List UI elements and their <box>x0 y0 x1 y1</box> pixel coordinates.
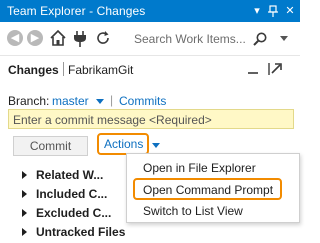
forward-arrow-icon: ▶ <box>30 32 40 44</box>
home-button[interactable] <box>49 28 67 48</box>
menu-item-switch-to-list-view[interactable]: Switch to List View <box>127 201 299 221</box>
toolbar: ◀ ▶ Search Work Items... <box>0 22 300 56</box>
commit-message-field[interactable]: Enter a commit message <Required> <box>8 109 294 129</box>
undock-button[interactable] <box>267 61 283 77</box>
window-title: Team Explorer - Changes <box>7 4 146 18</box>
window-dropdown-button[interactable]: ▾ <box>250 3 264 19</box>
home-icon <box>50 29 66 46</box>
forward-button[interactable]: ▶ <box>27 30 43 46</box>
section-label: Included C... <box>36 187 108 201</box>
title-separator <box>63 62 64 76</box>
commits-link[interactable]: Commits <box>119 94 166 108</box>
title-bar: Team Explorer - Changes ▾ ✕ <box>0 0 300 22</box>
search-icon[interactable] <box>252 31 268 47</box>
pin-icon <box>268 5 278 17</box>
expand-triangle-icon[interactable] <box>22 171 27 179</box>
close-button[interactable]: ✕ <box>283 3 297 19</box>
command-prompt-callout-highlight <box>133 178 282 200</box>
page-title: Changes <box>8 63 59 77</box>
section-label: Excluded C... <box>36 206 112 220</box>
section-label: Related W... <box>36 168 104 182</box>
branch-separator: | <box>110 93 114 107</box>
section-label: Untracked Files <box>36 225 126 239</box>
repository-name: FabrikamGit <box>68 63 134 77</box>
branch-label: Branch: <box>8 94 50 108</box>
expand-triangle-icon[interactable] <box>22 209 27 217</box>
actions-menu-button[interactable]: Actions <box>104 137 143 151</box>
search-input[interactable]: Search Work Items... <box>134 32 246 46</box>
expand-triangle-icon[interactable] <box>22 190 27 198</box>
menu-item-open-in-file-explorer[interactable]: Open in File Explorer <box>127 158 299 178</box>
expand-triangle-icon[interactable] <box>22 228 27 236</box>
menu-item-label: Switch to List View <box>143 204 243 218</box>
minus-icon <box>248 72 258 74</box>
undock-icon <box>268 63 282 75</box>
search-box[interactable]: Search Work Items... <box>128 29 294 49</box>
menu-item-label: Open in File Explorer <box>143 161 256 175</box>
connect-button[interactable] <box>71 28 89 48</box>
refresh-button[interactable] <box>94 28 112 48</box>
search-dropdown-icon[interactable] <box>280 36 288 41</box>
branch-dropdown-icon[interactable] <box>96 99 104 104</box>
pin-button[interactable] <box>266 3 280 19</box>
actions-dropdown-icon[interactable] <box>152 143 160 148</box>
minimize-page-button[interactable] <box>245 61 261 77</box>
refresh-icon <box>97 31 109 44</box>
plug-icon <box>74 31 86 47</box>
back-arrow-icon: ◀ <box>10 32 20 44</box>
commit-button[interactable]: Commit <box>13 136 88 156</box>
commit-message-placeholder: Enter a commit message <Required> <box>13 113 212 127</box>
branch-selector[interactable]: master <box>52 94 89 108</box>
back-button[interactable]: ◀ <box>7 30 23 46</box>
